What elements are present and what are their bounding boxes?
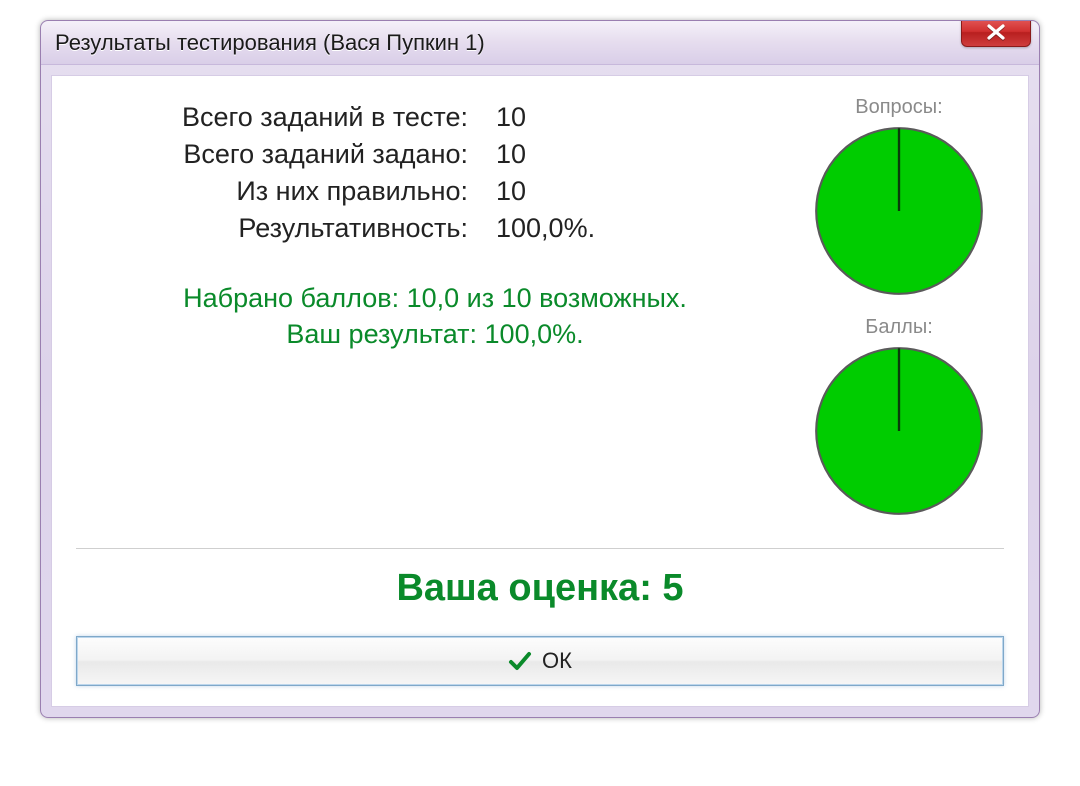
titlebar: Результаты тестирования (Вася Пупкин 1): [41, 21, 1039, 65]
grade-text: Ваша оценка: 5: [76, 567, 1004, 610]
top-block: Всего заданий в тесте: 10 Всего заданий …: [76, 96, 1004, 526]
window-title: Результаты тестирования (Вася Пупкин 1): [55, 30, 485, 56]
stat-row-asked: Всего заданий задано: 10: [76, 139, 794, 170]
stat-label: Результативность:: [76, 213, 496, 244]
stat-value: 10: [496, 139, 576, 170]
ok-button-label: ОК: [542, 648, 572, 674]
stats-block: Всего заданий в тесте: 10 Всего заданий …: [76, 96, 794, 353]
stat-value: 100,0%.: [496, 213, 595, 244]
pie-chart-questions: [809, 121, 989, 301]
content-outer: Всего заданий в тесте: 10 Всего заданий …: [41, 65, 1039, 717]
score-line-1: Набрано баллов: 10,0 из 10 возможных.: [76, 280, 794, 316]
check-icon: [508, 649, 532, 673]
score-block: Набрано баллов: 10,0 из 10 возможных. Ва…: [76, 280, 794, 353]
chart-points: Баллы:: [809, 316, 989, 526]
chart-questions: Вопросы:: [809, 96, 989, 306]
stat-value: 10: [496, 102, 576, 133]
stat-label: Всего заданий в тесте:: [76, 102, 496, 133]
close-button[interactable]: [961, 20, 1031, 47]
chart-title-points: Баллы:: [809, 316, 989, 339]
score-line-2: Ваш результат: 100,0%.: [76, 316, 794, 352]
dialog-window: Результаты тестирования (Вася Пупкин 1) …: [40, 20, 1040, 718]
stat-row-effectiveness: Результативность: 100,0%.: [76, 213, 794, 244]
stat-row-total: Всего заданий в тесте: 10: [76, 102, 794, 133]
close-icon: [986, 24, 1006, 40]
pie-chart-points: [809, 341, 989, 521]
ok-button[interactable]: ОК: [76, 636, 1004, 686]
chart-title-questions: Вопросы:: [809, 96, 989, 119]
stat-label: Всего заданий задано:: [76, 139, 496, 170]
stat-row-correct: Из них правильно: 10: [76, 176, 794, 207]
charts-column: Вопросы: Баллы:: [794, 96, 1004, 526]
content-panel: Всего заданий в тесте: 10 Всего заданий …: [51, 75, 1029, 707]
stat-label: Из них правильно:: [76, 176, 496, 207]
stat-value: 10: [496, 176, 576, 207]
divider: [76, 548, 1004, 549]
